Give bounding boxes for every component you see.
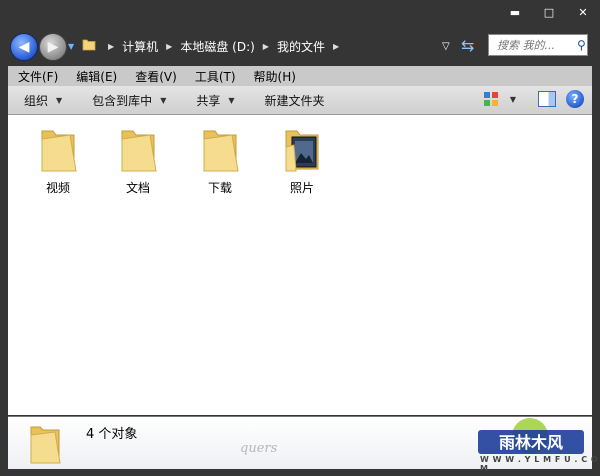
watermark-url: W W W . Y L M F U . C O M xyxy=(480,455,599,473)
menu-tools[interactable]: 工具(T) xyxy=(185,68,244,85)
file-list[interactable]: 视频 文档 下载 照片 xyxy=(8,115,592,415)
back-button[interactable]: ◀ xyxy=(10,33,38,61)
breadcrumb-my-files[interactable]: 我的文件 xyxy=(277,38,325,55)
folder-item[interactable]: 下载 xyxy=(180,123,260,196)
recent-pages-dropdown[interactable]: ▼ xyxy=(68,42,74,51)
chevron-down-icon: ▼ xyxy=(160,95,167,105)
folder-label: 照片 xyxy=(289,181,314,195)
search-icon[interactable]: ⚲ xyxy=(577,38,586,52)
refresh-icon[interactable]: ⇆ xyxy=(461,36,474,55)
menu-help[interactable]: 帮助(H) xyxy=(244,68,304,85)
folder-icon xyxy=(203,130,239,172)
help-icon[interactable]: ? xyxy=(566,90,584,108)
address-folder-icon xyxy=(82,39,96,51)
preview-pane-icon[interactable] xyxy=(538,91,556,107)
breadcrumb-local-disk[interactable]: 本地磁盘 (D:) xyxy=(180,38,254,55)
breadcrumb-separator-icon[interactable]: ▶ xyxy=(166,42,172,51)
search-input[interactable] xyxy=(489,37,575,53)
folder-item[interactable]: 文档 xyxy=(98,123,178,196)
watermark-signature: quers xyxy=(240,441,278,456)
folder-label: 下载 xyxy=(207,181,232,195)
menu-edit[interactable]: 编辑(E) xyxy=(66,68,125,85)
share-label: 共享 xyxy=(196,93,221,108)
view-dropdown-icon[interactable]: ▼ xyxy=(510,95,516,104)
folder-label: 视频 xyxy=(45,181,70,195)
caption-buttons: ▬ □ ✕ xyxy=(498,0,600,24)
command-bar: 组织 ▼ 包含到库中 ▼ 共享 ▼ 新建文件夹 ▼ ? xyxy=(8,86,592,115)
organize-label: 组织 xyxy=(24,93,49,108)
folder-photos-icon xyxy=(285,130,319,172)
address-row: ◀ ▶ ▼ ▶ 计算机 ▶ 本地磁盘 (D:) ▶ 我的文件 ▶ ▽ ⇆ ⚲ xyxy=(0,28,600,64)
watermark-logo-text: 雨林木风 xyxy=(499,433,563,452)
menu-file[interactable]: 文件(F) xyxy=(8,68,66,85)
item-count: 4 个对象 xyxy=(86,427,138,442)
minimize-button[interactable]: ▬ xyxy=(498,0,532,24)
menu-bar: 文件(F) 编辑(E) 查看(V) 工具(T) 帮助(H) xyxy=(8,66,592,86)
folder-item[interactable]: 视频 xyxy=(18,123,98,196)
folder-icon xyxy=(30,426,61,464)
include-in-library-label: 包含到库中 xyxy=(92,93,153,108)
breadcrumb-separator-icon[interactable]: ▶ xyxy=(333,42,339,51)
arrow-left-icon: ◀ xyxy=(18,39,30,55)
folder-item[interactable]: 照片 xyxy=(262,123,342,196)
chevron-down-icon: ▼ xyxy=(228,95,235,105)
address-history-dropdown[interactable]: ▽ xyxy=(442,41,450,52)
folder-icon xyxy=(41,130,77,172)
maximize-button[interactable]: □ xyxy=(532,0,566,24)
search-box[interactable]: ⚲ xyxy=(488,34,588,56)
folder-label: 文档 xyxy=(125,181,150,195)
new-folder-label: 新建文件夹 xyxy=(264,93,325,108)
breadcrumb-computer[interactable]: 计算机 xyxy=(122,38,158,55)
menu-view[interactable]: 查看(V) xyxy=(125,68,185,85)
change-view-icon[interactable] xyxy=(482,90,500,108)
explorer-window: ▬ □ ✕ ◀ ▶ ▼ ▶ 计算机 ▶ 本地磁盘 (D:) ▶ 我的文件 ▶ ▽… xyxy=(0,0,600,476)
breadcrumb-separator-icon[interactable]: ▶ xyxy=(108,42,114,51)
close-button[interactable]: ✕ xyxy=(566,0,600,24)
forward-button[interactable]: ▶ xyxy=(39,33,67,61)
breadcrumb[interactable]: ▶ 计算机 ▶ 本地磁盘 (D:) ▶ 我的文件 ▶ xyxy=(100,38,347,55)
arrow-right-icon: ▶ xyxy=(47,39,59,55)
organize-button[interactable]: 组织 ▼ xyxy=(8,92,76,109)
share-button[interactable]: 共享 ▼ xyxy=(180,92,248,109)
new-folder-button[interactable]: 新建文件夹 xyxy=(249,92,339,109)
view-controls: ▼ ? xyxy=(482,90,584,108)
chevron-down-icon: ▼ xyxy=(56,95,63,105)
include-in-library-button[interactable]: 包含到库中 ▼ xyxy=(76,92,180,109)
breadcrumb-separator-icon[interactable]: ▶ xyxy=(263,42,269,51)
folder-icon xyxy=(121,130,157,172)
